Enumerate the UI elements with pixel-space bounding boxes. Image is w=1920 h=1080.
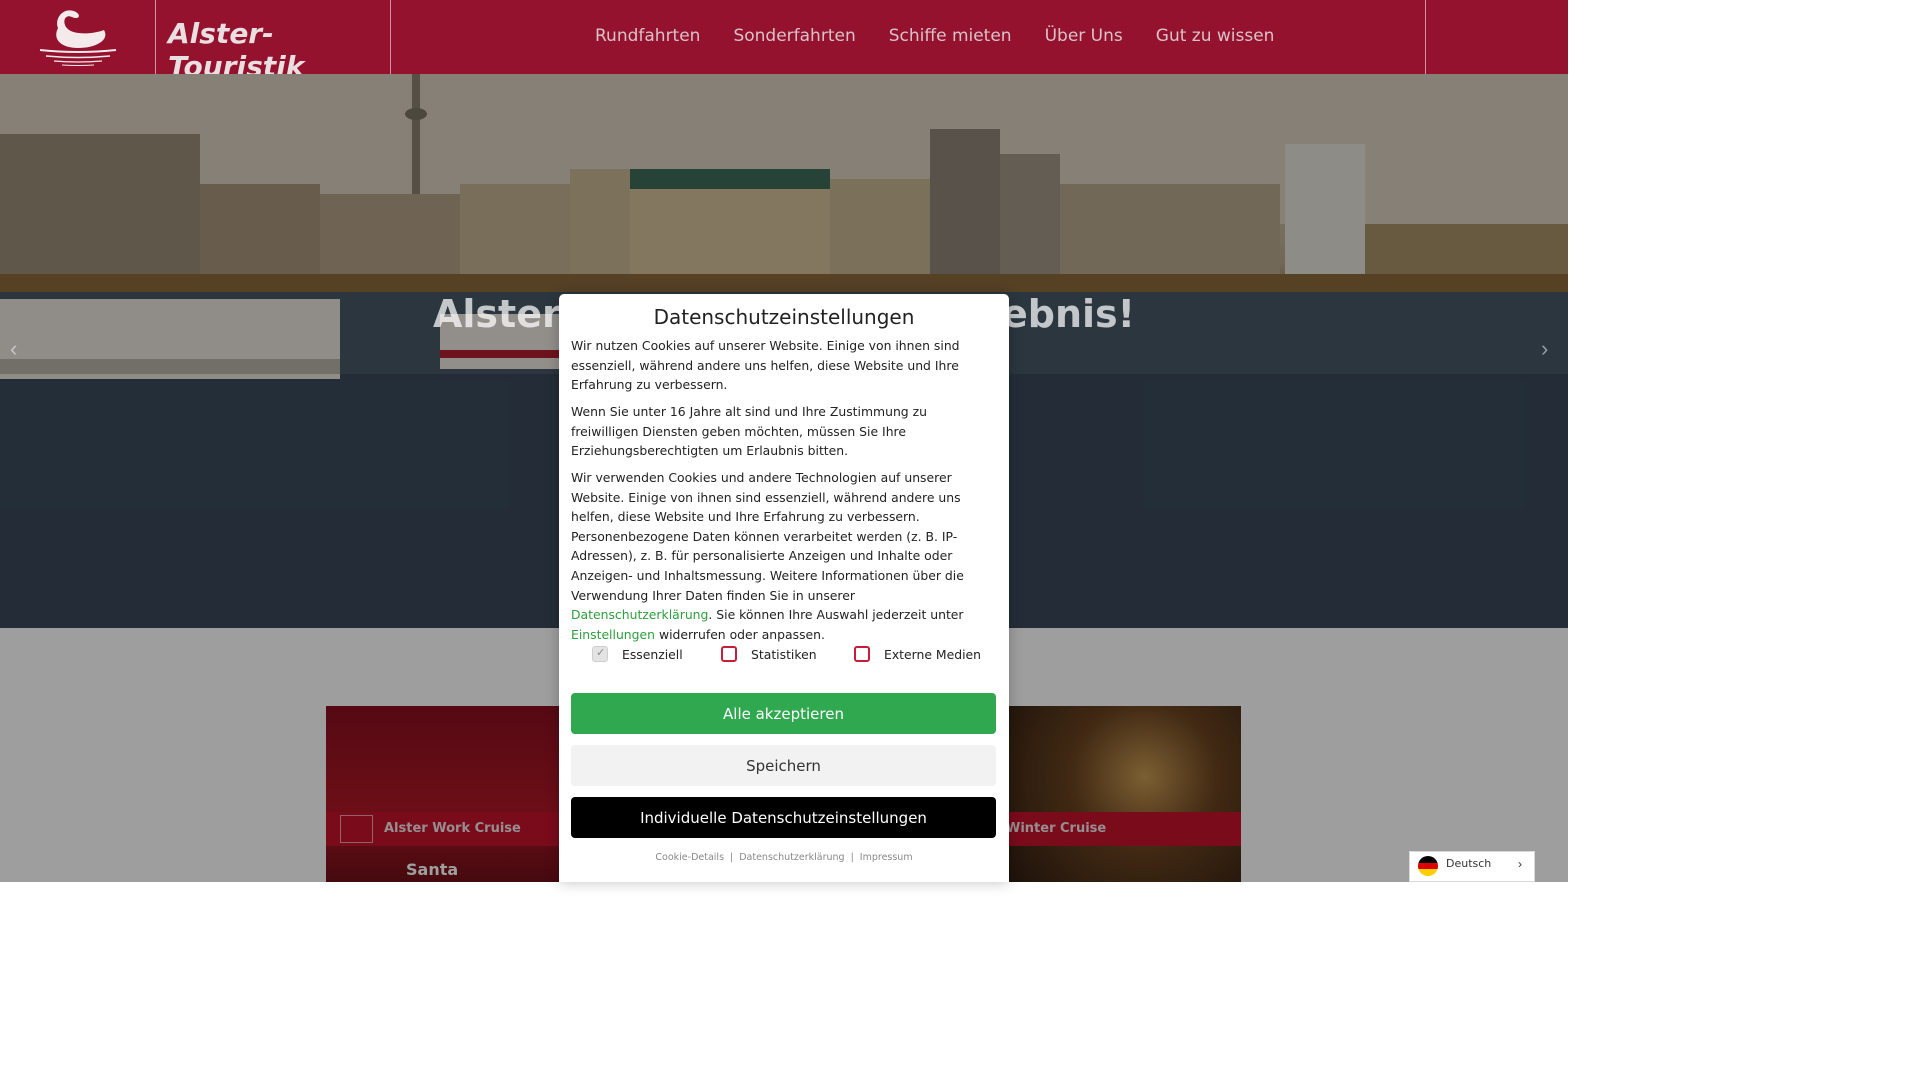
checkbox-label: Statistiken (751, 646, 817, 662)
card-image-text: Santa (406, 860, 459, 879)
checkbox-statistiken[interactable]: Statistiken (721, 646, 817, 662)
separator: | (850, 852, 854, 863)
modal-footer-links: Cookie-Details | Datenschutzerklärung | Impr… (559, 852, 1009, 863)
chevron-right-icon: › (1518, 857, 1522, 871)
nav-item-gut-zu-wissen[interactable]: Gut zu wissen (1156, 26, 1275, 46)
card-title: Winter Cruise (1006, 821, 1107, 836)
swan-small-icon (340, 815, 373, 843)
checkbox-essenziell: Essenziell (592, 646, 683, 662)
nav-item-rundfahrten[interactable]: Rundfahrten (595, 26, 700, 46)
language-switcher[interactable]: Deutsch › (1409, 851, 1535, 882)
checkbox-label: Essenziell (622, 646, 683, 662)
p3-text-b: . Sie können Ihre Auswahl jederzeit unte… (708, 607, 964, 623)
cookie-consent-modal: Datenschutzeinstellungen Wir nutzen Cook… (559, 294, 1009, 882)
modal-paragraph-2: Wenn Sie unter 16 Jahre alt sind und Ihr… (571, 404, 927, 459)
checkbox-statistiken-box[interactable] (721, 646, 737, 662)
privacy-policy-link[interactable]: Datenschutzerklärung (571, 607, 708, 622)
card-band: Alster Work Cruise (326, 812, 566, 846)
slider-prev-arrow-icon[interactable]: ‹ (10, 336, 17, 362)
language-label: Deutsch (1446, 857, 1492, 870)
separator: | (730, 852, 734, 863)
settings-link[interactable]: Einstellungen (571, 627, 655, 642)
main-nav: Rundfahrten Sonderfahrten Schiffe mieten… (595, 26, 1307, 46)
privacy-link[interactable]: Datenschutzerklärung (739, 852, 844, 863)
slider-next-arrow-icon[interactable]: › (1541, 336, 1548, 362)
consent-checkboxes: Essenziell Statistiken Externe Medien (559, 646, 1009, 666)
logo[interactable] (0, 0, 156, 74)
imprint-link[interactable]: Impressum (860, 852, 913, 863)
accept-all-button[interactable]: Alle akzeptieren (571, 693, 996, 734)
header-divider (1425, 0, 1426, 74)
p3-text-a: Wir verwenden Cookies und andere Technol… (571, 470, 964, 603)
checkbox-externe-medien[interactable]: Externe Medien (854, 646, 981, 662)
checkbox-label: Externe Medien (884, 646, 982, 662)
card-winter-cruise[interactable]: Winter Cruise (1000, 706, 1241, 882)
site-header: Alster-Touristik Rundfahrten Sonderfahrt… (0, 0, 1568, 83)
nav-item-ueber-uns[interactable]: Über Uns (1045, 26, 1123, 46)
german-flag-icon (1418, 856, 1438, 876)
checkbox-externe-medien-box[interactable] (854, 646, 870, 662)
nav-item-schiffe-mieten[interactable]: Schiffe mieten (889, 26, 1012, 46)
nav-item-sonderfahrten[interactable]: Sonderfahrten (733, 26, 855, 46)
swan-logo-icon (39, 10, 117, 66)
card-title: Alster Work Cruise (384, 821, 521, 836)
card-band: Winter Cruise (1000, 812, 1241, 846)
checkbox-essenziell-box (592, 646, 608, 662)
modal-title: Datenschutzeinstellungen (653, 305, 915, 329)
modal-paragraph-1: Wir nutzen Cookies auf unserer Website. … (571, 338, 960, 393)
modal-paragraph-3: Wir verwenden Cookies und andere Technol… (571, 468, 996, 644)
individual-settings-button[interactable]: Individuelle Datenschutzeinstellungen (571, 797, 996, 838)
cookie-details-link[interactable]: Cookie-Details (655, 852, 724, 863)
save-button[interactable]: Speichern (571, 745, 996, 786)
p3-text-c: widerrufen oder anpassen. (655, 626, 825, 642)
brand-box[interactable]: Alster-Touristik (156, 0, 391, 83)
card-alster-work-cruise[interactable]: Alster Work Cruise Santa (326, 706, 566, 882)
